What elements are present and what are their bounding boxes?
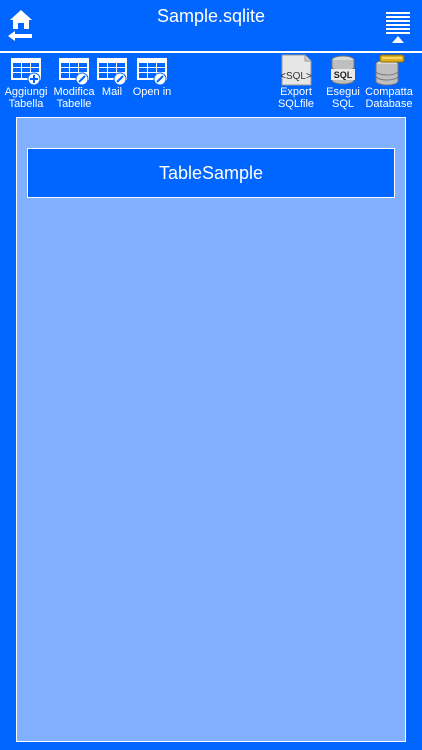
add-table-label-2: Tabella [8,98,44,110]
sql-file-icon-text: <SQL> [280,71,312,82]
edit-tables-label-2: Tabelle [56,98,92,110]
compact-database-label-2: Database [365,98,413,110]
open-in-label: Open in [132,86,172,98]
table-edit-icon [59,58,89,86]
add-table-button[interactable]: Aggiungi Tabella [4,54,48,114]
open-in-button[interactable]: Open in [132,54,172,114]
export-sql-label-1: Export [280,86,312,98]
table-open-in-icon [137,58,167,86]
table-name: TableSample [158,162,264,183]
database-sql-icon: SQL [331,55,355,85]
sql-file-icon: <SQL> [280,54,312,86]
run-sql-label-1: Esegui [326,86,360,98]
add-table-label-1: Aggiungi [4,86,48,98]
compact-database-icon [375,54,405,86]
table-mail-icon [97,58,127,86]
tables-list-panel: TableSample [16,117,406,742]
table-list-item[interactable]: TableSample [27,148,395,198]
export-sql-button[interactable]: <SQL> Export SQLfile [274,54,318,114]
database-sql-icon-text: SQL [334,70,353,80]
toolbar: Aggiungi Tabella Modifica Tabelle Mail O… [0,54,422,116]
header-divider [0,51,422,53]
edit-tables-button[interactable]: Modifica Tabelle [52,54,96,114]
run-sql-button[interactable]: SQL Esegui SQL [324,54,362,114]
export-sql-label-2: SQLfile [277,98,315,110]
edit-tables-label-1: Modifica [53,86,95,98]
table-add-icon [11,58,41,86]
mail-label: Mail [101,86,123,98]
menu-button[interactable] [384,11,412,45]
run-sql-label-2: SQL [331,98,354,110]
compact-database-button[interactable]: Compatta Database [364,54,414,114]
mail-button[interactable]: Mail [94,54,130,114]
compact-database-label-1: Compatta [365,86,413,98]
header-bar: Sample.sqlite [0,0,422,53]
page-title: Sample.sqlite [156,6,266,26]
menu-lines-up-icon [386,12,410,43]
